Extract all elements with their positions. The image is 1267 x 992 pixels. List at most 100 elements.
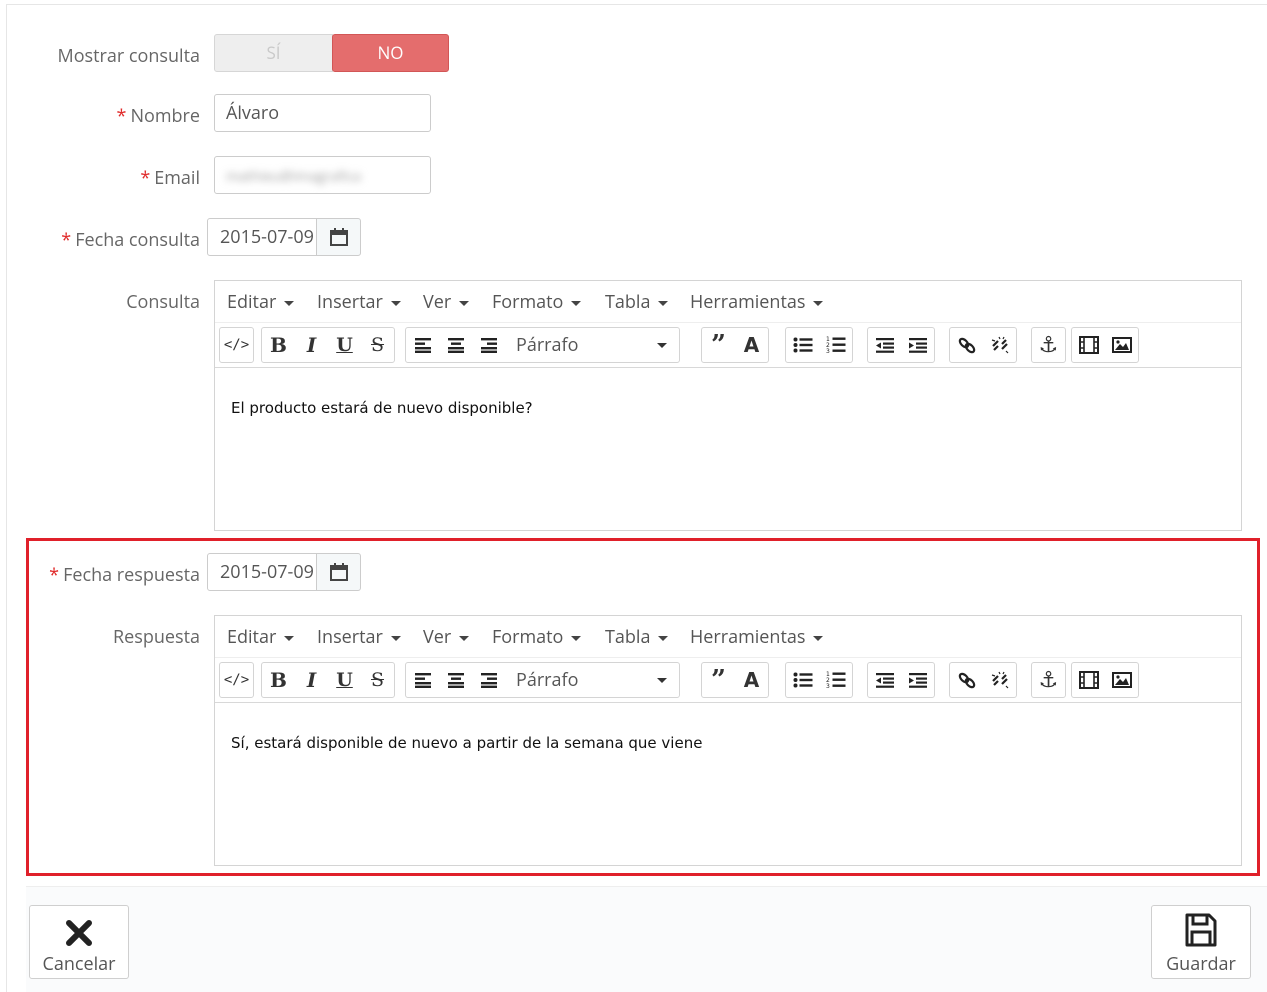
link-icon[interactable] — [950, 328, 983, 362]
indent-group — [867, 327, 935, 363]
align-left-icon[interactable] — [406, 663, 439, 697]
menu-ver[interactable]: Ver — [423, 616, 470, 658]
source-code-icon[interactable]: </> — [220, 663, 253, 697]
anchor-group: ⚓ — [1031, 662, 1066, 698]
menu-herramientas[interactable]: Herramientas — [690, 281, 824, 323]
italic-icon[interactable]: I — [295, 663, 328, 697]
menu-editar[interactable]: Editar — [227, 281, 295, 323]
close-icon — [30, 906, 128, 948]
svg-text:3: 3 — [826, 683, 830, 689]
align-right-icon[interactable] — [472, 663, 505, 697]
strikethrough-icon[interactable]: S — [361, 328, 394, 362]
link-group — [949, 662, 1017, 698]
save-button-label: Guardar — [1166, 952, 1236, 976]
answer-editor: Editar Insertar Ver Formato Tabla Herram… — [214, 615, 1242, 866]
menu-insertar[interactable]: Insertar — [317, 281, 401, 323]
required-mark: * — [116, 104, 127, 128]
quote-color-group: ” A — [701, 327, 769, 363]
link-icon[interactable] — [950, 663, 983, 697]
image-icon[interactable] — [1105, 663, 1138, 697]
toggle-yes-option[interactable]: SÍ — [214, 34, 333, 72]
calendar-icon[interactable] — [316, 218, 361, 256]
query-label: Consulta — [126, 290, 200, 314]
name-input[interactable]: Álvaro — [214, 94, 431, 132]
menu-insertar[interactable]: Insertar — [317, 616, 401, 658]
editor-menubar: Editar Insertar Ver Formato Tabla Herram… — [215, 616, 1241, 658]
answer-date-group: 2015-07-09 — [207, 553, 362, 591]
menu-tabla[interactable]: Tabla — [605, 281, 669, 323]
answer-label: Respuesta — [113, 625, 200, 649]
outdent-icon[interactable] — [868, 328, 901, 362]
query-content[interactable]: El producto estará de nuevo disponible? — [231, 399, 533, 417]
menu-tabla[interactable]: Tabla — [605, 616, 669, 658]
required-mark: * — [61, 228, 72, 252]
align-center-icon[interactable] — [439, 663, 472, 697]
underline-icon[interactable]: U — [328, 328, 361, 362]
anchor-group: ⚓ — [1031, 327, 1066, 363]
menu-formato[interactable]: Formato — [492, 616, 582, 658]
strikethrough-icon[interactable]: S — [361, 663, 394, 697]
align-left-icon[interactable] — [406, 328, 439, 362]
image-icon[interactable] — [1105, 328, 1138, 362]
editor-toolbar: </> B I U S Párrafo ” A 123 ⚓ — [215, 658, 1241, 703]
editor-toolbar: </> B I U S Párrafo ” A 123 ⚓ — [215, 323, 1241, 368]
unlink-icon[interactable] — [983, 663, 1016, 697]
answer-date-label: * Fecha respuesta — [49, 563, 200, 587]
align-right-icon[interactable] — [472, 328, 505, 362]
answer-date-input[interactable]: 2015-07-09 — [207, 553, 317, 591]
email-value-blurred: mathieu@imagrafica — [226, 167, 361, 186]
indent-group — [867, 662, 935, 698]
format-select[interactable]: Párrafo — [505, 328, 679, 362]
blockquote-icon[interactable]: ” — [702, 663, 735, 697]
align-format-group: Párrafo — [405, 327, 680, 363]
bullet-list-icon[interactable] — [786, 328, 819, 362]
italic-icon[interactable]: I — [295, 328, 328, 362]
show-query-toggle[interactable]: SÍ NO — [214, 34, 449, 72]
cancel-button[interactable]: Cancelar — [29, 905, 129, 979]
name-label: * Nombre — [116, 104, 200, 128]
required-mark: * — [140, 166, 151, 190]
bold-icon[interactable]: B — [262, 328, 295, 362]
menu-formato[interactable]: Formato — [492, 281, 582, 323]
blockquote-icon[interactable]: ” — [702, 328, 735, 362]
menu-ver[interactable]: Ver — [423, 281, 470, 323]
quote-color-group: ” A — [701, 662, 769, 698]
query-date-label: * Fecha consulta — [61, 228, 200, 252]
indent-icon[interactable] — [901, 663, 934, 697]
list-group: 123 — [785, 327, 853, 363]
bold-icon[interactable]: B — [262, 663, 295, 697]
text-style-group: B I U S — [261, 662, 395, 698]
numbered-list-icon[interactable]: 123 — [819, 663, 852, 697]
align-center-icon[interactable] — [439, 328, 472, 362]
anchor-icon[interactable]: ⚓ — [1032, 663, 1065, 697]
underline-icon[interactable]: U — [328, 663, 361, 697]
email-input[interactable]: mathieu@imagrafica — [214, 156, 431, 194]
numbered-list-icon[interactable]: 123 — [819, 328, 852, 362]
anchor-icon[interactable]: ⚓ — [1032, 328, 1065, 362]
indent-icon[interactable] — [901, 328, 934, 362]
outdent-icon[interactable] — [868, 663, 901, 697]
email-label: * Email — [140, 166, 200, 190]
query-date-input[interactable]: 2015-07-09 — [207, 218, 317, 256]
query-editor: Editar Insertar Ver Formato Tabla Herram… — [214, 280, 1242, 531]
video-icon[interactable] — [1072, 663, 1105, 697]
calendar-icon[interactable] — [316, 553, 361, 591]
source-code-icon[interactable]: </> — [220, 328, 253, 362]
media-group — [1071, 327, 1139, 363]
format-select[interactable]: Párrafo — [505, 663, 679, 697]
menu-herramientas[interactable]: Herramientas — [690, 616, 824, 658]
link-group — [949, 327, 1017, 363]
form-footer: Cancelar Guardar — [26, 886, 1267, 992]
text-color-icon[interactable]: A — [735, 663, 768, 697]
bullet-list-icon[interactable] — [786, 663, 819, 697]
save-button[interactable]: Guardar — [1151, 905, 1251, 979]
toggle-no-option[interactable]: NO — [332, 34, 449, 72]
menu-editar[interactable]: Editar — [227, 616, 295, 658]
query-date-group: 2015-07-09 — [207, 218, 362, 256]
video-icon[interactable] — [1072, 328, 1105, 362]
answer-content[interactable]: Sí, estará disponible de nuevo a partir … — [231, 734, 702, 752]
text-style-group: B I U S — [261, 327, 395, 363]
text-color-icon[interactable]: A — [735, 328, 768, 362]
cancel-button-label: Cancelar — [42, 952, 116, 976]
unlink-icon[interactable] — [983, 328, 1016, 362]
